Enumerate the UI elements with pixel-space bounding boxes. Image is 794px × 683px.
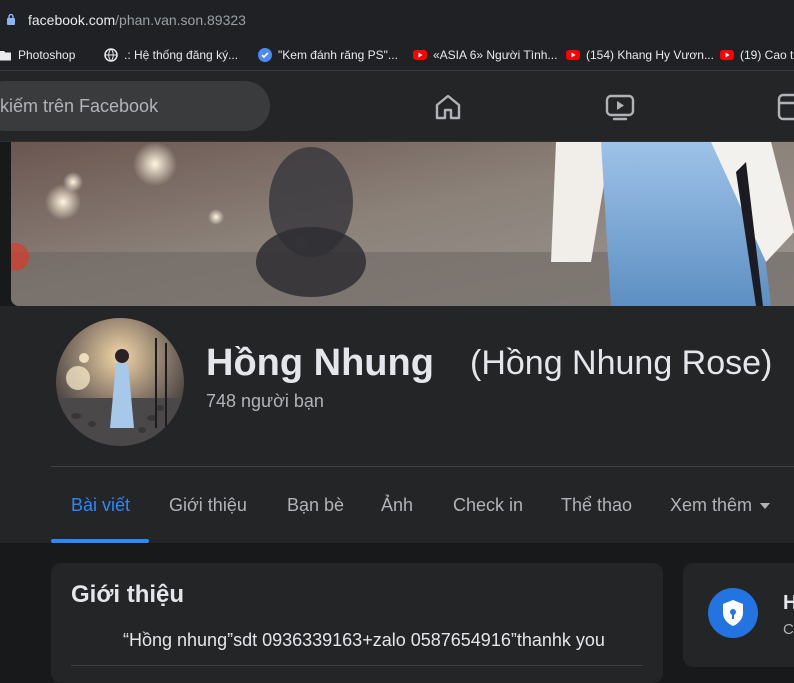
caret-down-icon	[760, 503, 771, 510]
cover-photo-image	[11, 142, 794, 306]
bookmark-asia6[interactable]: «ASIA 6» Người Tình...	[413, 46, 557, 64]
bookmark-label: (19) Cao th	[740, 48, 794, 62]
privacy-card[interactable]: H C	[683, 563, 794, 667]
home-icon[interactable]	[432, 91, 464, 123]
tab-see-more[interactable]: Xem thêm	[670, 495, 771, 516]
tab-posts[interactable]: Bài viết	[71, 495, 130, 516]
marketplace-icon[interactable]	[776, 91, 794, 123]
bookmark-label: Photoshop	[18, 48, 76, 62]
bookmark-photoshop[interactable]: Photoshop	[0, 46, 75, 64]
tab-photos[interactable]: Ảnh	[381, 495, 413, 516]
intro-card: Giới thiệu “Hồng nhung”sdt 0936339163+za…	[51, 563, 663, 683]
see-more-label: Xem thêm	[670, 495, 753, 515]
avatar-image	[56, 318, 184, 446]
bookmark-cao-th[interactable]: (19) Cao th	[720, 46, 794, 64]
intro-divider	[71, 665, 643, 666]
watch-video-icon[interactable]	[604, 91, 636, 123]
tab-sports[interactable]: Thể thao	[561, 495, 632, 516]
profile-alternate-name: (Hồng Nhung Rose)	[470, 344, 773, 382]
intro-title: Giới thiệu	[71, 581, 185, 608]
youtube-icon	[413, 50, 427, 60]
youtube-icon	[720, 50, 734, 60]
privacy-card-title: H	[783, 592, 794, 614]
bookmarks-bar: Photoshop .: Hệ thống đăng ký... "Kem đá…	[0, 40, 794, 71]
shield-icon-badge	[708, 588, 758, 638]
url-text[interactable]: facebook.com/phan.van.son.89323	[28, 12, 246, 28]
folder-icon	[0, 51, 11, 61]
tab-friends[interactable]: Bạn bè	[287, 495, 344, 516]
cover-photo[interactable]	[11, 142, 794, 306]
bookmark-label: "Kem đánh răng PS"...	[278, 48, 398, 62]
bookmark-kem-danh-rang[interactable]: "Kem đánh răng PS"...	[258, 46, 398, 64]
facebook-header: kiếm trên Facebook	[0, 71, 794, 142]
friend-count[interactable]: 748 người bạn	[206, 391, 324, 412]
search-input[interactable]: kiếm trên Facebook	[0, 96, 158, 117]
bookmark-he-thong[interactable]: .: Hệ thống đăng ký...	[104, 46, 238, 64]
globe-icon	[104, 48, 118, 62]
privacy-card-subtitle: C	[783, 621, 794, 638]
shield-lock-icon	[723, 600, 743, 626]
profile-header: Hồng Nhung (Hồng Nhung Rose) 748 người b…	[0, 306, 794, 543]
profile-avatar[interactable]	[54, 316, 186, 448]
browser-address-bar[interactable]: facebook.com/phan.van.son.89323	[0, 0, 794, 40]
bookmark-label: «ASIA 6» Người Tình...	[433, 48, 558, 62]
bookmark-label: .: Hệ thống đăng ký...	[124, 48, 239, 62]
lock-icon	[7, 13, 15, 25]
youtube-icon	[566, 50, 580, 60]
profile-divider	[51, 466, 794, 467]
cover-area	[0, 142, 794, 306]
bookmark-khang-hy[interactable]: (154) Khang Hy Vươn...	[566, 46, 714, 64]
active-tab-indicator	[51, 539, 149, 543]
tab-about[interactable]: Giới thiệu	[169, 495, 247, 516]
tab-check-in[interactable]: Check in	[453, 495, 523, 516]
search-box[interactable]: kiếm trên Facebook	[0, 81, 270, 131]
intro-bio: “Hồng nhung”sdt 0936339163+zalo 05876549…	[123, 630, 605, 650]
checkmark-badge-icon	[258, 48, 272, 62]
bookmark-label: (154) Khang Hy Vươn...	[586, 48, 714, 62]
profile-name: Hồng Nhung	[206, 342, 434, 384]
